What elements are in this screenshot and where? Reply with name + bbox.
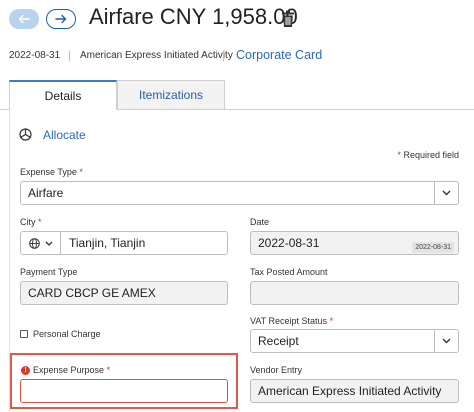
globe-icon	[28, 237, 40, 249]
tax-posted-amount-field	[250, 281, 459, 305]
required-star: *	[106, 365, 111, 375]
date-label: Date	[250, 217, 270, 227]
error-icon: !	[21, 366, 30, 375]
payment-type-field: CARD CBCP GE AMEX	[20, 281, 228, 305]
required-field-note: * Required field	[397, 150, 459, 160]
arrow-left-icon	[18, 14, 30, 24]
vat-receipt-status-value: Receipt	[258, 334, 299, 348]
date-chip: 2022-08-31	[412, 242, 454, 253]
tab-itemizations[interactable]: Itemizations	[117, 80, 225, 110]
city-label: City *	[20, 217, 42, 227]
meta-divider: |	[222, 48, 226, 62]
back-button[interactable]	[9, 9, 39, 29]
chevron-down-icon	[442, 338, 451, 344]
required-star: *	[329, 316, 334, 326]
tax-posted-amount-label: Tax Posted Amount	[250, 267, 328, 277]
payment-type-label: Payment Type	[20, 267, 78, 277]
vat-receipt-status-dropdown[interactable]	[434, 330, 458, 352]
chevron-down-icon	[45, 241, 52, 246]
meta-divider: |	[68, 48, 72, 62]
trash-icon[interactable]	[281, 10, 295, 28]
allocate-link[interactable]: Allocate	[43, 128, 86, 142]
expense-date: 2022-08-31	[9, 50, 61, 61]
vendor-entry-field: American Express Initiated Activity	[250, 379, 459, 403]
city-field[interactable]: Tianjin, Tianjin	[20, 231, 228, 255]
vat-receipt-status-label: VAT Receipt Status *	[250, 316, 333, 326]
forward-button[interactable]	[46, 9, 76, 29]
payment-type-value: CARD CBCP GE AMEX	[28, 286, 156, 300]
vat-receipt-status-label-text: VAT Receipt Status	[250, 316, 328, 326]
required-star: *	[38, 217, 42, 227]
city-value: Tianjin, Tianjin	[69, 236, 146, 250]
date-value: 2022-08-31	[258, 236, 320, 250]
expense-type-label-text: Expense Type	[20, 167, 77, 177]
personal-charge-checkbox[interactable]	[20, 330, 28, 338]
arrow-right-icon	[55, 14, 67, 24]
chevron-down-icon	[442, 190, 451, 196]
required-star: *	[79, 167, 83, 177]
expense-purpose-label-text: Expense Purpose	[33, 365, 105, 375]
expense-type-dropdown[interactable]	[434, 182, 458, 204]
expense-type-select[interactable]: Airfare	[20, 181, 459, 205]
vendor-entry-label: Vendor Entry	[250, 365, 303, 375]
vat-receipt-status-select[interactable]: Receipt	[250, 329, 459, 353]
page-title: Airfare CNY 1,958.00	[89, 4, 298, 29]
city-label-text: City	[20, 217, 36, 227]
expense-type-value: Airfare	[28, 186, 64, 200]
city-type-selector[interactable]	[21, 232, 61, 254]
vendor-entry-value: American Express Initiated Activity	[258, 384, 442, 398]
pie-chart-icon[interactable]	[19, 128, 32, 141]
expense-type-label: Expense Type *	[20, 167, 83, 177]
required-star: *	[397, 150, 401, 160]
activity-text: American Express Initiated Activity	[80, 50, 233, 61]
personal-charge-label: Personal Charge	[33, 329, 101, 339]
expense-purpose-label: Expense Purpose *	[33, 365, 110, 375]
required-note-text: Required field	[403, 150, 459, 160]
date-field[interactable]: 2022-08-31 2022-08-31	[250, 231, 459, 255]
corporate-card-link[interactable]: Corporate Card	[236, 48, 322, 62]
tab-details[interactable]: Details	[9, 80, 117, 110]
expense-purpose-input[interactable]	[20, 379, 228, 403]
